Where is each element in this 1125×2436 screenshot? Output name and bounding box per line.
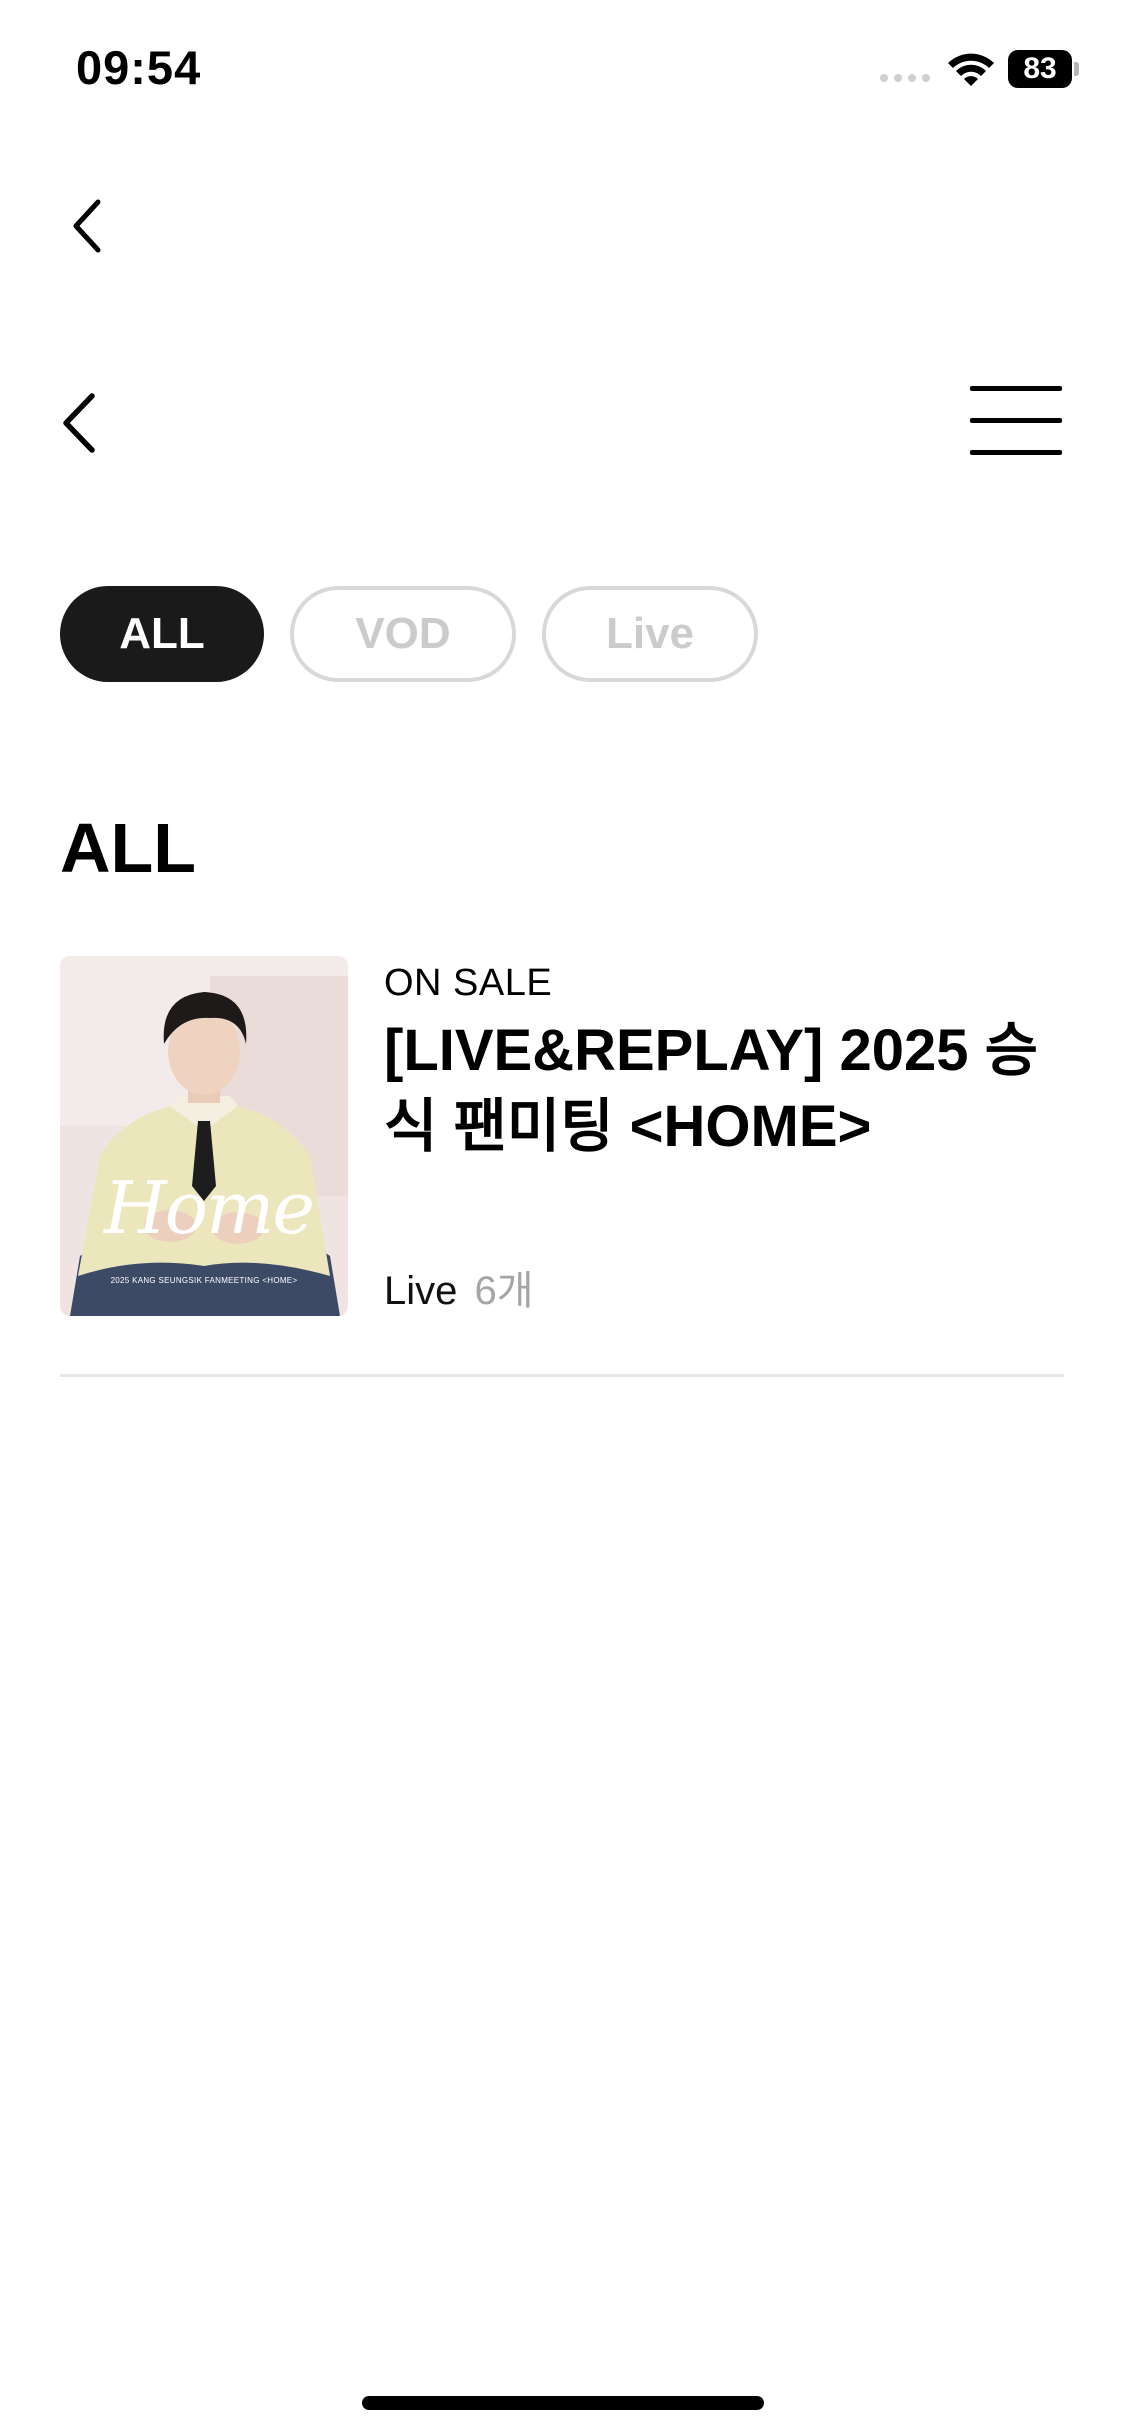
thumbnail-logo: Home [104, 1166, 315, 1250]
wifi-icon [948, 53, 994, 86]
filter-chip-all[interactable]: ALL [60, 586, 264, 682]
product-list-item[interactable]: Home 2025 KANG SEUNGSIK FANMEETING <HOME… [60, 956, 1064, 1316]
filter-chip-vod[interactable]: VOD [290, 586, 516, 682]
menu-button[interactable] [970, 386, 1064, 458]
cellular-signal-icon [880, 74, 930, 82]
filter-tabs: ALL VOD Live [60, 586, 758, 682]
sale-status: ON SALE [384, 962, 553, 1004]
battery-icon: 83 [1008, 50, 1079, 88]
product-meta: Live 6개 [384, 1258, 534, 1316]
hamburger-menu-icon [970, 386, 1062, 391]
content-count: 6개 [474, 1269, 534, 1313]
home-indicator[interactable] [362, 2396, 764, 2410]
divider [60, 1374, 1064, 1377]
product-thumbnail: Home 2025 KANG SEUNGSIK FANMEETING <HOME… [60, 956, 348, 1316]
top-back-button[interactable] [64, 196, 114, 256]
back-button[interactable] [56, 390, 108, 456]
battery-level: 83 [1008, 50, 1072, 88]
chevron-left-icon [73, 199, 101, 253]
status-bar: 09:54 83 [0, 0, 1125, 140]
content-type: Live [384, 1269, 458, 1313]
product-title[interactable]: [LIVE&REPLAY] 2025 승식 팬미팅 <HOME> [384, 1013, 1074, 1165]
chevron-left-icon [63, 393, 95, 453]
filter-chip-live[interactable]: Live [542, 586, 758, 682]
thumbnail-caption: 2025 KANG SEUNGSIK FANMEETING <HOME> [110, 1276, 298, 1285]
section-title: ALL [60, 809, 197, 887]
status-time: 09:54 [76, 41, 202, 94]
product-info: ON SALE [LIVE&REPLAY] 2025 승식 팬미팅 <HOME> [384, 956, 1074, 1165]
